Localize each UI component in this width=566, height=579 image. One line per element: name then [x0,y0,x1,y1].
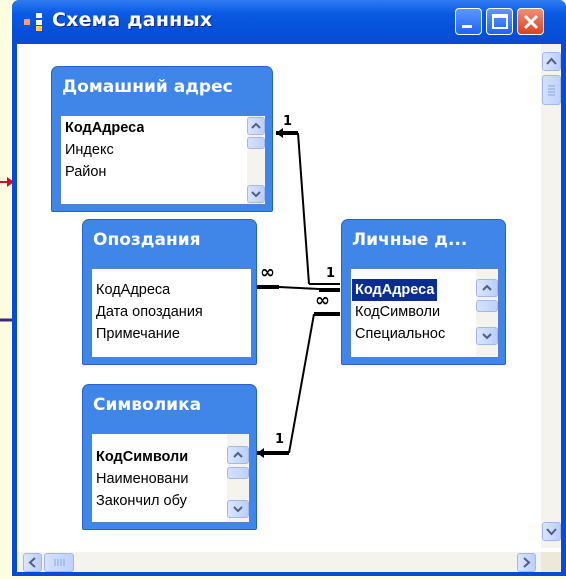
table-title: Опоздания [93,230,201,250]
chevron-down-icon [546,528,557,536]
scroll-thumb[interactable] [247,137,265,149]
scroll-thumb[interactable] [227,467,249,479]
maximize-icon [492,14,508,29]
field-item[interactable]: КодСимволи [355,301,440,323]
table-symbols[interactable]: Символика КодСимволи Наименовани Закончи… [82,384,257,530]
maximize-button[interactable] [486,8,513,35]
field-item[interactable]: Специальнос [355,323,445,345]
scroll-down-button[interactable] [227,500,249,518]
field-item[interactable]: КодСимволи [96,446,188,468]
chevron-down-icon [233,506,243,513]
scroll-thumb[interactable] [476,300,498,312]
list-scrollbar[interactable] [227,434,249,522]
relation-one-label: 1 [326,266,336,281]
field-item[interactable]: Закончил обу [96,490,187,512]
table-delays[interactable]: Опоздания КодАдреса Дата опоздания Приме… [82,219,257,365]
relation-many-label: ∞ [315,290,330,311]
chevron-down-icon [251,191,261,198]
field-item[interactable]: КодАдреса [96,279,170,301]
table-title: Символика [93,395,202,415]
scroll-up-button[interactable] [227,446,249,464]
field-item[interactable]: КодАдреса [65,117,144,139]
scroll-down-button[interactable] [542,522,561,541]
scroll-left-button[interactable] [23,553,42,572]
field-list[interactable]: КодАдреса Индекс Район [60,115,266,205]
relation-one-label: 1 [283,114,293,129]
field-item[interactable]: Наименовани [96,468,188,490]
window-title: Схема данных [52,9,213,31]
table-title: Домашний адрес [62,77,233,97]
table-title: Личные д... [352,230,468,250]
field-item[interactable]: Примечание [96,323,180,345]
field-list[interactable]: КодАдреса КодСимволи Специальнос [350,268,499,358]
relation-many-label: ∞ [260,262,275,283]
scroll-right-button[interactable] [517,553,536,572]
scroll-thumb[interactable] [542,75,561,105]
field-item-selected[interactable]: КодАдреса [352,279,438,301]
field-list[interactable]: КодАдреса Дата опоздания Примечание [91,268,252,358]
scrollbar-corner [541,552,561,572]
relationships-app-icon [24,13,42,31]
horizontal-scrollbar[interactable] [17,552,541,572]
relationships-canvas[interactable]: 1 ∞ 1 ∞ 1 Домашний адрес КодАдреса Индек… [17,44,561,572]
vertical-scrollbar[interactable] [541,44,561,548]
chevron-down-icon [482,333,492,340]
field-item[interactable]: Район [65,161,106,183]
close-button[interactable] [517,8,544,35]
list-scrollbar[interactable] [247,116,265,204]
chevron-up-icon [546,57,557,65]
scroll-up-button[interactable] [542,52,561,71]
scroll-thumb[interactable] [44,553,74,572]
scroll-down-button[interactable] [247,185,265,203]
chevron-up-icon [233,451,243,458]
scroll-up-button[interactable] [476,279,498,297]
scroll-down-button[interactable] [476,327,498,345]
title-bar[interactable]: Схема данных [12,0,566,44]
list-scrollbar[interactable] [476,269,498,357]
table-home-address[interactable]: Домашний адрес КодАдреса Индекс Район [51,66,273,212]
field-item[interactable]: Дата опоздания [96,301,203,323]
chevron-up-icon [251,122,261,129]
relation-one-label: 1 [275,432,285,447]
grip-icon [54,559,65,566]
table-personal-data[interactable]: Личные д... КодАдреса КодСимволи Специал… [341,219,506,365]
minimize-button[interactable] [455,8,482,35]
close-icon [523,14,539,30]
minimize-icon [462,25,472,28]
chevron-up-icon [482,284,492,291]
field-list[interactable]: КодСимволи Наименовани Закончил обу [91,433,250,523]
field-item[interactable]: Индекс [65,139,114,161]
grip-icon [548,85,555,96]
chevron-right-icon [523,557,531,568]
chevron-left-icon [28,557,36,568]
data-schema-window: Схема данных 1 ∞ 1 ∞ 1 Домашний адрес Ко… [12,0,566,576]
scroll-up-button[interactable] [247,117,265,135]
